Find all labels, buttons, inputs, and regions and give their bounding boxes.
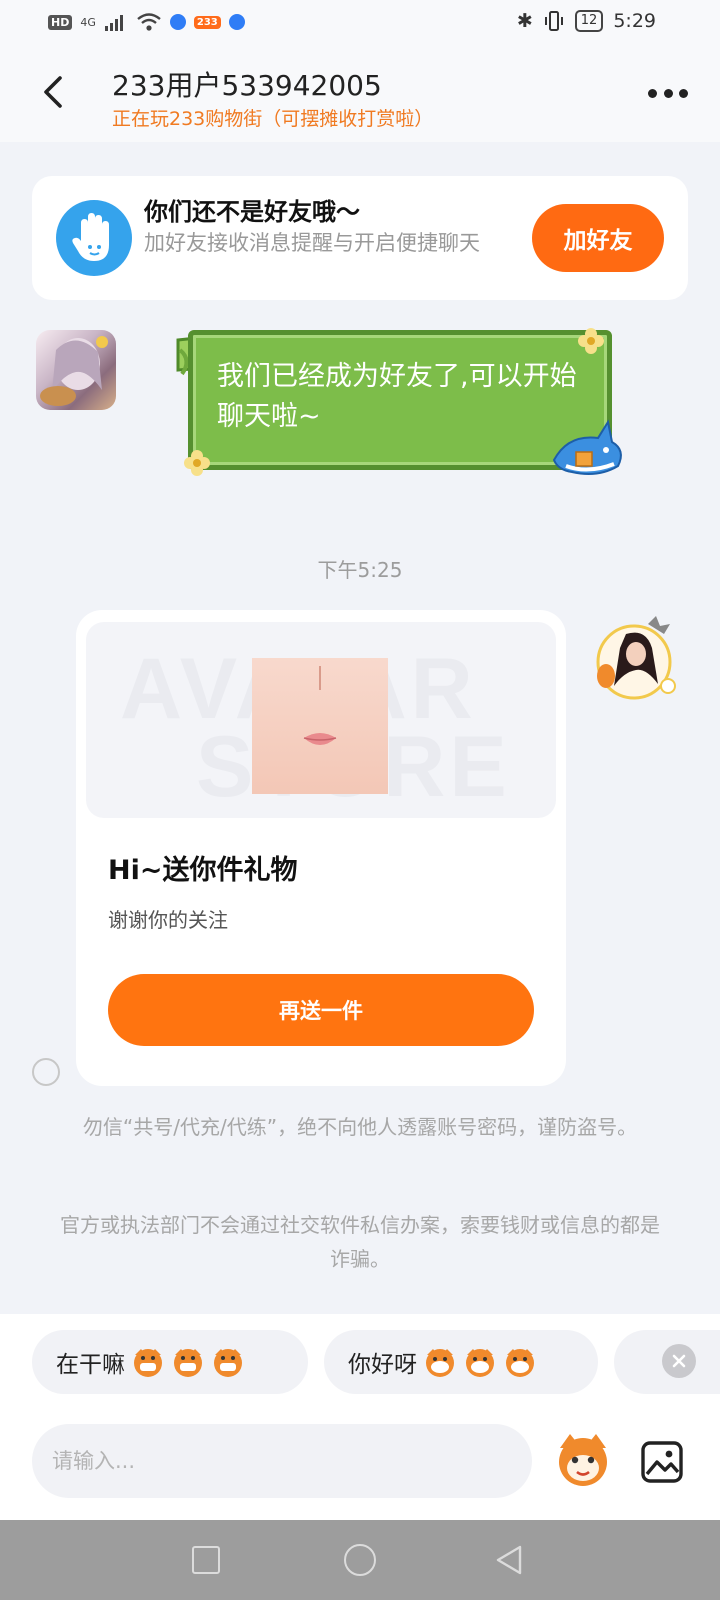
wifi-icon <box>137 13 161 31</box>
status-bar: HD 4G 233 ✱ 12 5:29 <box>0 0 720 48</box>
recent-apps-button[interactable] <box>192 1546 220 1574</box>
more-dot <box>663 88 673 98</box>
flower-decoration-icon <box>184 450 210 476</box>
image-button[interactable] <box>640 1440 684 1484</box>
grin-emoji-icon <box>174 1349 202 1377</box>
quick-reply-row: 在干嘛 你好呀 <box>0 1330 720 1394</box>
more-dot <box>648 88 657 98</box>
message-input-box[interactable] <box>32 1424 532 1498</box>
app-notification-icon-2 <box>228 14 245 30</box>
status-time: 5:29 <box>613 10 656 32</box>
my-avatar[interactable] <box>590 614 680 704</box>
message-timestamp: 下午5:25 <box>317 558 403 582</box>
bottom-input-area: 在干嘛 你好呀 <box>0 1314 720 1520</box>
status-left: HD 4G 233 <box>48 12 245 32</box>
received-message-text: 我们已经成为好友了,可以开始聊天啦~ <box>217 361 577 432</box>
quick-reply-chip[interactable]: 你好呀 <box>324 1330 598 1394</box>
vibrate-icon <box>544 11 563 31</box>
message-input[interactable] <box>32 1424 532 1498</box>
quick-reply-chip[interactable]: 在干嘛 <box>32 1330 308 1394</box>
chat-subtitle[interactable]: 正在玩233购物街（可摆摊收打赏啦） <box>112 104 433 131</box>
wave-emoji-icon <box>426 1349 454 1377</box>
safety-notice: 勿信“共号/代充/代练”，绝不向他人透露账号密码，谨防盗号。 <box>82 1115 638 1139</box>
close-quick-replies-button[interactable] <box>662 1344 696 1378</box>
network-type: 4G <box>80 15 96 29</box>
home-button[interactable] <box>344 1544 376 1576</box>
quick-reply-label: 你好呀 <box>348 1352 417 1378</box>
banner-description: 加好友接收消息提醒与开启便捷聊天 <box>144 231 480 255</box>
emoji-button[interactable] <box>552 1428 614 1490</box>
shark-mascot-icon <box>552 419 622 475</box>
system-nav-bar <box>0 1520 720 1600</box>
quick-reply-label: 在干嘛 <box>56 1352 125 1378</box>
wave-emoji-icon <box>506 1349 534 1377</box>
app-notification-icon <box>169 14 186 30</box>
send-again-button[interactable]: 再送一件 <box>108 974 534 1046</box>
grin-emoji-icon <box>134 1349 162 1377</box>
gift-avatar-preview <box>252 658 388 794</box>
sender-avatar[interactable] <box>36 330 116 410</box>
image-icon <box>641 1441 683 1483</box>
select-radio[interactable] <box>32 1058 60 1086</box>
banner-title: 你们还不是好友哦～ <box>144 198 360 226</box>
signal-icon <box>104 15 123 31</box>
fraud-notice: 官方或执法部门不会通过社交软件私信办案，索要钱财或信息的都是诈骗。 <box>60 1213 660 1271</box>
add-friend-button[interactable]: 加好友 <box>532 204 664 272</box>
app-233-icon: 233 <box>193 15 221 29</box>
grin-emoji-icon <box>214 1349 242 1377</box>
gift-description: 谢谢你的关注 <box>108 908 228 932</box>
mascot-emoji-icon <box>559 1434 607 1486</box>
gift-title: Hi~送你件礼物 <box>108 855 298 886</box>
more-button[interactable] <box>648 86 688 100</box>
hd-badge: HD <box>48 14 73 30</box>
gift-image: AVATAR STORE <box>86 622 556 818</box>
close-icon <box>672 1354 686 1368</box>
chat-header: 233用户533942005 正在玩233购物街（可摆摊收打赏啦） <box>0 48 720 142</box>
hand-icon <box>56 200 132 276</box>
gift-card[interactable]: AVATAR STORE Hi~送你件礼物 谢谢你的关注 再送一件 <box>76 610 566 1086</box>
chevron-left-icon <box>44 76 62 108</box>
wave-emoji-icon <box>466 1349 494 1377</box>
flower-decoration-icon <box>578 328 604 354</box>
not-friend-banner: 你们还不是好友哦～ 加好友接收消息提醒与开启便捷聊天 加好友 <box>32 176 688 300</box>
more-dot <box>679 88 688 98</box>
battery-icon: 12 <box>574 10 604 32</box>
chat-title: 233用户533942005 <box>112 69 382 102</box>
status-right: ✱ 12 5:29 <box>517 10 656 32</box>
nav-back-icon[interactable] <box>494 1544 524 1576</box>
bluetooth-icon: ✱ <box>516 10 533 32</box>
back-button[interactable] <box>36 72 72 112</box>
